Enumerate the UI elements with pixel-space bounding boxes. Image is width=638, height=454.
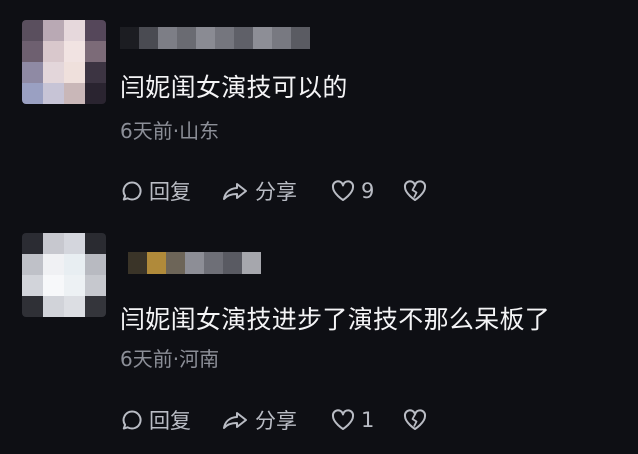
like-count: 9 xyxy=(361,179,375,203)
reply-button[interactable]: 回复 xyxy=(120,176,220,206)
share-arrow-icon xyxy=(220,408,250,432)
share-button[interactable]: 分享 xyxy=(220,176,330,206)
share-arrow-icon xyxy=(220,179,250,203)
share-label: 分享 xyxy=(255,409,297,433)
reply-button[interactable]: 回复 xyxy=(120,405,220,435)
dislike-button[interactable] xyxy=(402,408,442,432)
heart-icon xyxy=(330,408,356,432)
comment-item: 闫妮闺女演技可以的 6天前·山东 回复 分享 9 xyxy=(0,0,638,227)
broken-heart-icon xyxy=(402,179,428,203)
like-button[interactable]: 1 xyxy=(330,408,402,432)
reply-label: 回复 xyxy=(149,409,191,433)
username-blurred[interactable] xyxy=(120,27,310,49)
broken-heart-icon xyxy=(402,408,428,432)
comment-meta: 6天前·河南 xyxy=(120,347,220,371)
avatar[interactable] xyxy=(22,233,106,317)
comment-text: 闫妮闺女演技可以的 xyxy=(120,73,348,102)
comment-item: 闫妮闺女演技进步了演技不那么呆板了 6天前·河南 回复 分享 1 xyxy=(0,227,638,454)
like-count: 1 xyxy=(361,408,375,432)
dislike-button[interactable] xyxy=(402,179,442,203)
chat-bubble-icon xyxy=(120,408,144,432)
comment-actions: 回复 分享 9 xyxy=(120,174,442,208)
comment-text: 闫妮闺女演技进步了演技不那么呆板了 xyxy=(120,305,551,334)
chat-bubble-icon xyxy=(120,179,144,203)
reply-label: 回复 xyxy=(149,180,191,204)
comment-meta: 6天前·山东 xyxy=(120,119,220,143)
like-button[interactable]: 9 xyxy=(330,179,402,203)
avatar[interactable] xyxy=(22,20,106,104)
share-button[interactable]: 分享 xyxy=(220,405,330,435)
heart-icon xyxy=(330,179,356,203)
comment-actions: 回复 分享 1 xyxy=(120,403,442,437)
share-label: 分享 xyxy=(255,180,297,204)
username-blurred[interactable] xyxy=(120,252,261,274)
